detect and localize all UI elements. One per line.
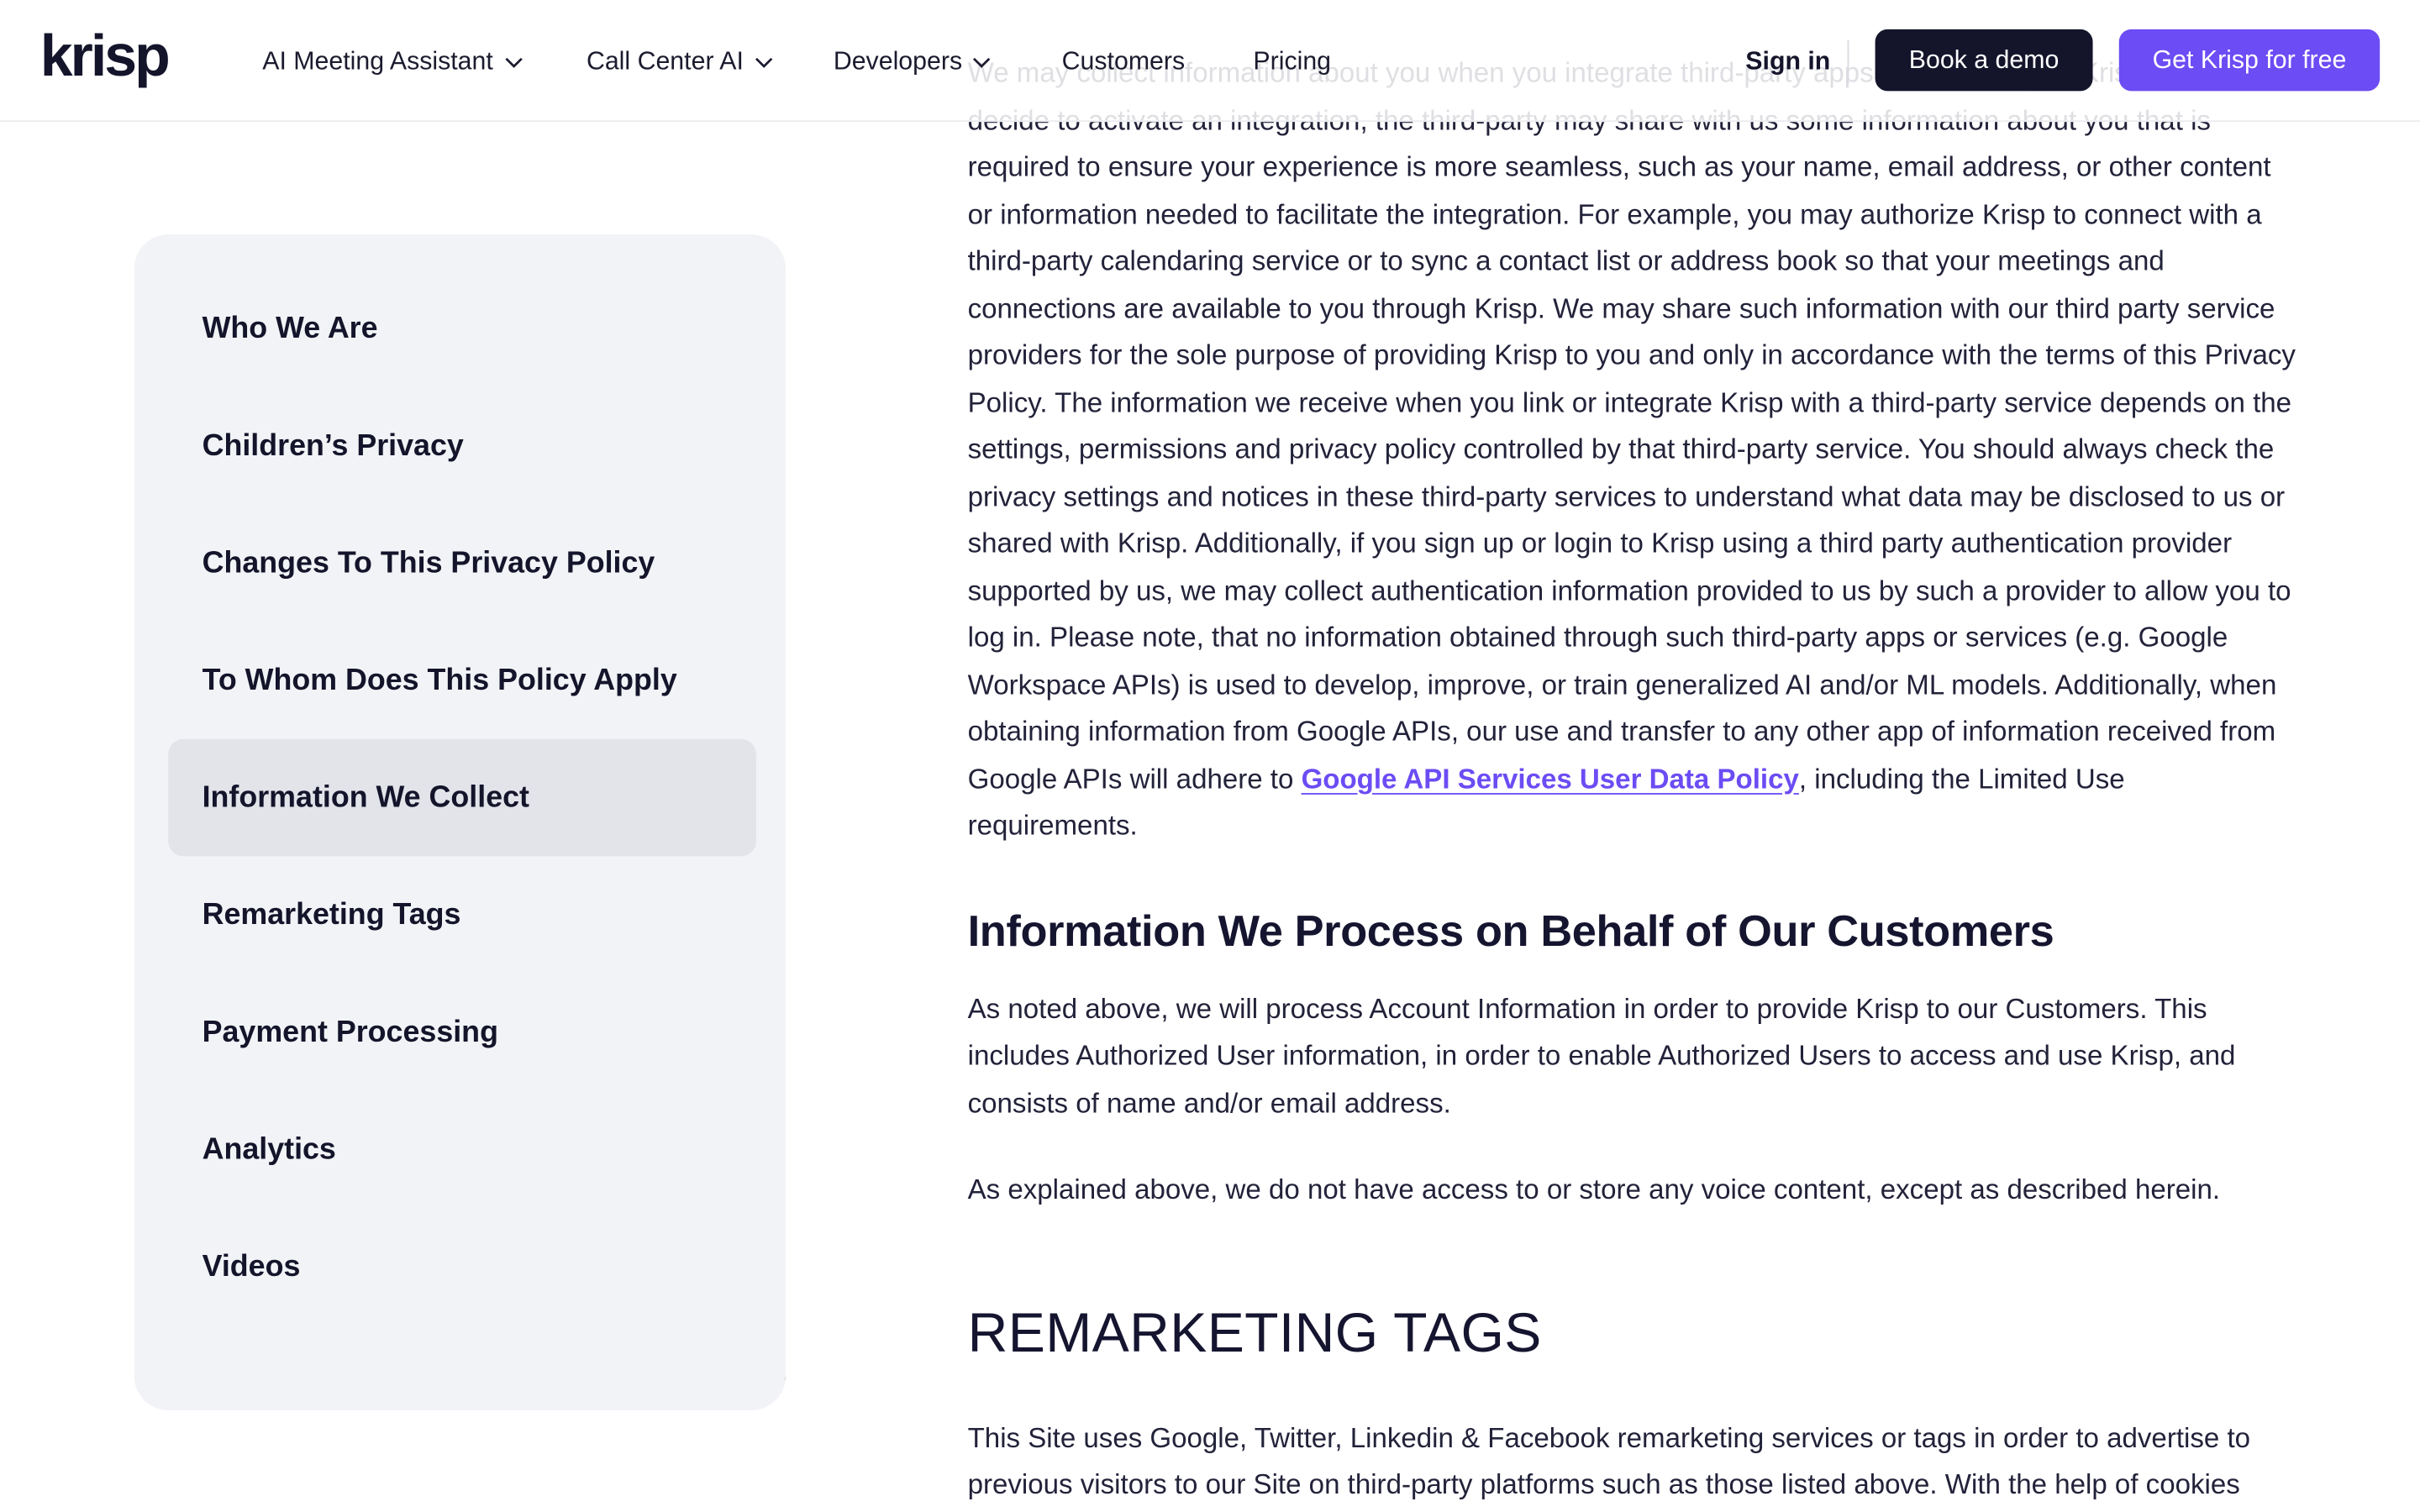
toc-item-label: To Whom Does This Policy Apply [202,663,677,698]
chevron-down-icon [973,57,992,68]
chevron-down-icon [755,57,772,68]
toc-item-remarketing-tags[interactable]: Remarketing Tags [168,856,756,974]
remarketing-heading: REMARKETING TAGS [967,1299,1542,1363]
integration-paragraph: We may collect information about you whe… [968,50,2298,849]
nav-label: Customers [1061,47,1186,76]
toc-item-label: Who We Are [202,312,378,346]
toc-item-label: Payment Processing [202,1015,498,1049]
voice-content-paragraph: As explained above, we do not have acces… [967,1173,2221,1205]
get-krisp-free-button[interactable]: Get Krisp for free [2118,29,2381,92]
nav-label: Call Center AI [586,47,744,76]
toc-item-label: Children’s Privacy [202,428,464,464]
toc-item-childrens-privacy[interactable]: Children’s Privacy [168,387,756,505]
nav-customers[interactable]: Customers [1062,42,1186,82]
toc-item-videos[interactable]: Videos [168,1208,756,1326]
nav-pricing[interactable]: Pricing [1253,42,1331,82]
customers-paragraph: As noted above, we will process Account … [967,992,2236,1118]
toc-item-label: Information We Collect [202,780,529,815]
toc-item-payment-processing[interactable]: Payment Processing [168,974,756,1091]
toc-item-label: Analytics [202,1132,336,1167]
toc-item-analytics[interactable]: Analytics [168,1091,756,1209]
nav-developers[interactable]: Developers [834,42,993,82]
sign-in-link[interactable]: Sign in [1745,42,1830,82]
nav-ai-meeting-assistant[interactable]: AI Meeting Assistant [262,42,523,82]
nav-label: Pricing [1253,47,1332,76]
table-of-contents: Who We Are Children’s Privacy Changes To… [134,234,786,1410]
krisp-logo[interactable]: krisp [40,24,171,89]
page: We may collect information about you whe… [0,0,2420,1512]
header-divider [1847,39,1849,84]
toc-item-information-we-collect[interactable]: Information We Collect [168,738,756,857]
site-header: krisp AI Meeting Assistant Call Center A… [0,0,2420,123]
google-api-policy-link[interactable]: Google API Services User Data Policy [1302,763,1799,794]
toc-item-to-whom-policy-applies[interactable]: To Whom Does This Policy Apply [168,622,756,739]
integration-text: We may collect information about you whe… [967,57,2296,794]
section-heading: Information We Process on Behalf of Our … [967,906,2054,956]
remarketing-paragraph: This Site uses Google, Twitter, Linkedin… [967,1421,2251,1500]
toc-item-who-we-are[interactable]: Who We Are [168,270,756,387]
toc-item-label: Changes To This Privacy Policy [202,546,655,580]
book-demo-button[interactable]: Book a demo [1875,29,2093,92]
toc-item-label: Remarketing Tags [202,897,461,932]
chevron-down-icon [504,57,522,68]
nav-label: AI Meeting Assistant [262,47,493,76]
toc-scroll-fade [134,1363,786,1410]
toc-item-changes-to-policy[interactable]: Changes To This Privacy Policy [168,505,756,622]
policy-content: We may collect information about you whe… [968,50,2298,1509]
nav-label: Developers [833,47,963,76]
toc-item-label: Videos [202,1249,301,1284]
nav-call-center-ai[interactable]: Call Center AI [587,42,775,82]
